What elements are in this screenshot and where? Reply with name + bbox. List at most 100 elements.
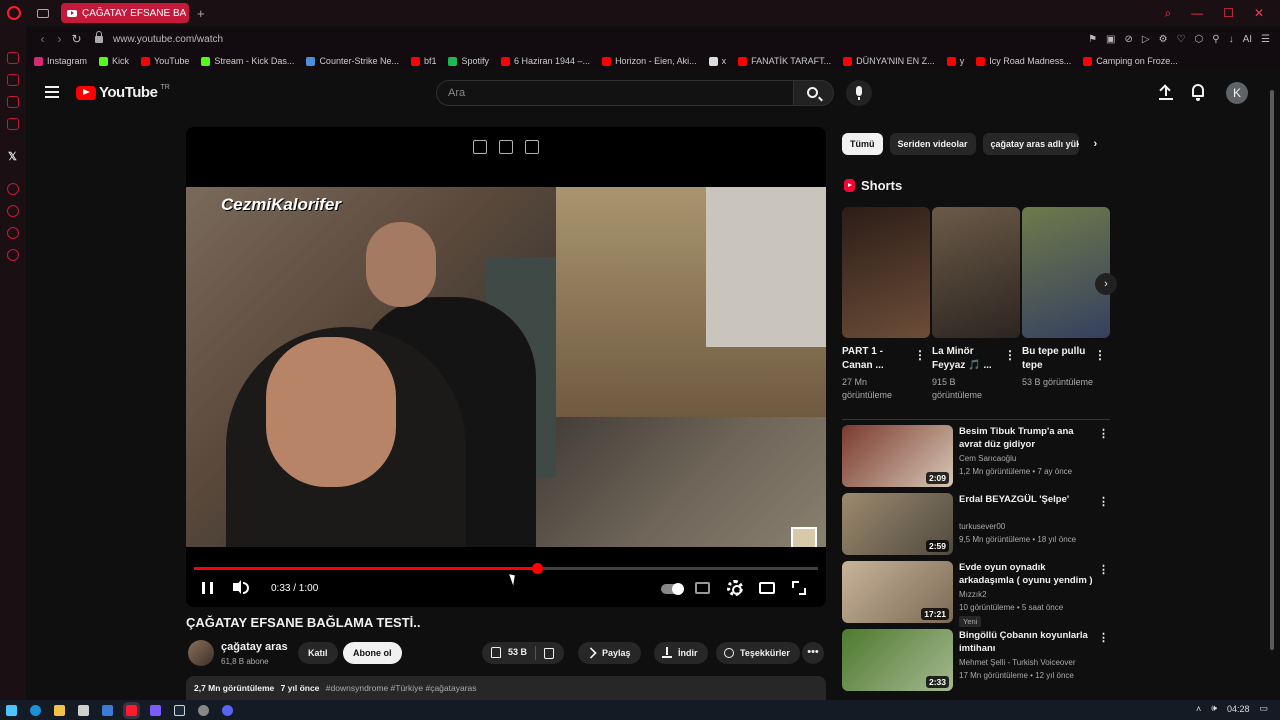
url-field[interactable]: www.youtube.com/watch xyxy=(113,34,223,45)
video-channel[interactable]: Mızzık2 xyxy=(959,590,987,599)
back-icon[interactable]: ‹ xyxy=(34,32,51,46)
voice-search-button[interactable] xyxy=(846,80,872,106)
tray-chevron-icon[interactable]: ˄ xyxy=(1196,704,1201,714)
browser-menu-icon[interactable]: ☰ xyxy=(1261,34,1270,45)
dislike-icon[interactable] xyxy=(544,648,554,659)
sidebar-instagram-icon[interactable] xyxy=(7,118,19,130)
fullscreen-icon[interactable] xyxy=(792,581,806,595)
progress-scrubber[interactable] xyxy=(532,563,544,574)
like-icon[interactable] xyxy=(491,647,501,658)
short-title[interactable]: La Minör Feyyaz 🎵 ... xyxy=(932,345,1006,373)
short-title[interactable]: Bu tepe pullu tepe xyxy=(1022,345,1096,373)
video-menu-icon[interactable]: ⋮ xyxy=(1098,427,1109,440)
new-tab-button[interactable]: + xyxy=(197,6,205,21)
vpn-icon[interactable]: ⚙ xyxy=(1159,34,1168,45)
recommended-video[interactable]: 2:33 Bingöllü Çobanın koyunlarla imtihanı… xyxy=(842,629,1110,691)
short-thumbnail[interactable] xyxy=(932,207,1020,338)
video-thumbnail[interactable]: 2:09 xyxy=(842,425,953,487)
short-thumbnail[interactable] xyxy=(1022,207,1110,338)
browser-tab-active[interactable]: ÇAĞATAY EFSANE BA xyxy=(61,3,189,23)
file-explorer-icon[interactable] xyxy=(54,704,65,716)
autoplay-toggle[interactable] xyxy=(661,583,684,595)
sidebar-player-icon[interactable] xyxy=(7,183,19,195)
short-card[interactable]: PART 1 - Canan ... 27 Mn görüntüleme ⋮ xyxy=(842,207,930,402)
notification-icon[interactable]: ▭ xyxy=(1259,703,1268,714)
short-card[interactable]: Bu tepe pullu tepe 53 B görüntüleme ⋮ xyxy=(1022,207,1110,389)
adblock-icon[interactable]: ⊘ xyxy=(1124,34,1132,45)
exit-icon[interactable] xyxy=(499,140,513,154)
close-icon[interactable]: ✕ xyxy=(1254,6,1264,20)
clock[interactable]: 04:28 xyxy=(1227,704,1250,714)
snapshot-icon[interactable]: ▣ xyxy=(1106,34,1115,45)
short-thumbnail[interactable] xyxy=(842,207,930,338)
bookmark-item[interactable]: Kick xyxy=(99,56,129,66)
sidebar-extensions-icon[interactable] xyxy=(7,227,19,239)
notifications-bell-icon[interactable] xyxy=(1192,84,1204,101)
account-avatar[interactable]: K xyxy=(1226,82,1248,104)
filter-chip[interactable]: çağatay aras adlı yük xyxy=(982,133,1079,155)
channel-watermark-badge[interactable] xyxy=(791,527,817,547)
bookmark-item[interactable]: x xyxy=(708,56,726,66)
discord-icon[interactable] xyxy=(222,704,233,716)
video-frame[interactable]: CezmiKalorifer xyxy=(186,187,826,547)
bookmark-item[interactable]: FANATİK TARAFT... xyxy=(738,56,831,66)
filter-chip[interactable]: Tümü xyxy=(842,133,883,155)
extensions-icon[interactable]: ⬡ xyxy=(1195,34,1204,45)
steam-icon[interactable] xyxy=(174,704,185,716)
search-tabs-icon[interactable]: ⌕ xyxy=(1164,6,1171,21)
page-scrollbar[interactable] xyxy=(1269,80,1275,692)
settings-taskbar-icon[interactable] xyxy=(198,704,209,716)
short-menu-icon[interactable]: ⋮ xyxy=(1004,348,1016,362)
sidebar-history-icon[interactable] xyxy=(7,205,19,217)
volume-icon[interactable] xyxy=(233,580,249,594)
skip-icon[interactable] xyxy=(525,140,539,154)
store-icon[interactable] xyxy=(102,704,113,716)
sidebar-x-icon[interactable]: 𝕏 xyxy=(8,150,17,163)
reload-icon[interactable]: ↻ xyxy=(68,32,85,46)
video-title[interactable]: Bingöllü Çobanın koyunlarla imtihanı xyxy=(959,629,1093,655)
video-thumbnail[interactable]: 17:21 xyxy=(842,561,953,623)
video-thumbnail[interactable]: 2:59 xyxy=(842,493,953,555)
recommended-video[interactable]: 2:59 Erdal BEYAZGÜL 'Şelpe' turkusever00 9,… xyxy=(842,493,1110,555)
bookmark-item[interactable]: Camping on Froze... xyxy=(1083,56,1178,66)
subtitles-icon[interactable] xyxy=(695,582,710,594)
short-menu-icon[interactable]: ⋮ xyxy=(914,348,926,362)
video-menu-icon[interactable]: ⋮ xyxy=(1098,495,1109,508)
bookmark-item[interactable]: Horizon - Eien, Aki... xyxy=(602,56,697,66)
like-count[interactable]: 53 B xyxy=(508,647,527,657)
join-button[interactable]: Katıl xyxy=(298,642,338,664)
video-channel[interactable]: Cem Sarıcaoğlu xyxy=(959,454,1016,463)
more-actions-button[interactable]: ••• xyxy=(802,642,824,664)
search-input[interactable] xyxy=(436,80,794,106)
lock-icon[interactable] xyxy=(95,30,103,43)
video-title[interactable]: Erdal BEYAZGÜL 'Şelpe' xyxy=(959,493,1093,506)
bookmark-icon[interactable]: ⚑ xyxy=(1088,34,1097,45)
bookmark-item[interactable]: YouTube xyxy=(141,56,189,66)
thanks-button[interactable]: Teşekkürler xyxy=(716,642,800,664)
channel-avatar[interactable] xyxy=(188,640,214,666)
filter-chip[interactable]: Seriden videolar xyxy=(889,133,976,155)
theater-mode-icon[interactable] xyxy=(759,582,775,594)
shorts-next-button[interactable]: › xyxy=(1095,273,1117,295)
share-button[interactable]: Paylaş xyxy=(578,642,641,664)
sidebar-speed-dial-icon[interactable] xyxy=(7,52,19,64)
calculator-icon[interactable] xyxy=(78,704,89,716)
sidebar-bag-icon[interactable] xyxy=(7,74,19,86)
video-channel[interactable]: Mehmet Şelli - Turkish Voiceover xyxy=(959,658,1076,667)
scrollbar-thumb[interactable] xyxy=(1270,90,1274,650)
bookmark-item[interactable]: 6 Haziran 1944 –... xyxy=(501,56,590,66)
profile-icon[interactable]: ⚲ xyxy=(1212,34,1219,45)
video-menu-icon[interactable]: ⋮ xyxy=(1098,631,1109,644)
bookmark-item[interactable]: DÜNYA'NIN EN Z... xyxy=(843,56,935,66)
description-box[interactable]: 2,7 Mn görüntüleme 7 yıl önce #downsyndr… xyxy=(186,676,826,700)
chips-next-icon[interactable]: › xyxy=(1094,138,1098,150)
maximize-icon[interactable]: ☐ xyxy=(1223,6,1234,20)
pause-icon[interactable] xyxy=(202,582,213,594)
video-thumbnail[interactable]: 2:33 xyxy=(842,629,953,691)
play-icon[interactable]: ▷ xyxy=(1142,34,1150,45)
heart-icon[interactable]: ♡ xyxy=(1177,34,1186,45)
forward-icon[interactable]: › xyxy=(51,32,68,46)
video-menu-icon[interactable]: ⋮ xyxy=(1098,563,1109,576)
bookmark-item[interactable]: bf1 xyxy=(410,56,436,66)
miniplayer-icon[interactable] xyxy=(473,140,487,154)
